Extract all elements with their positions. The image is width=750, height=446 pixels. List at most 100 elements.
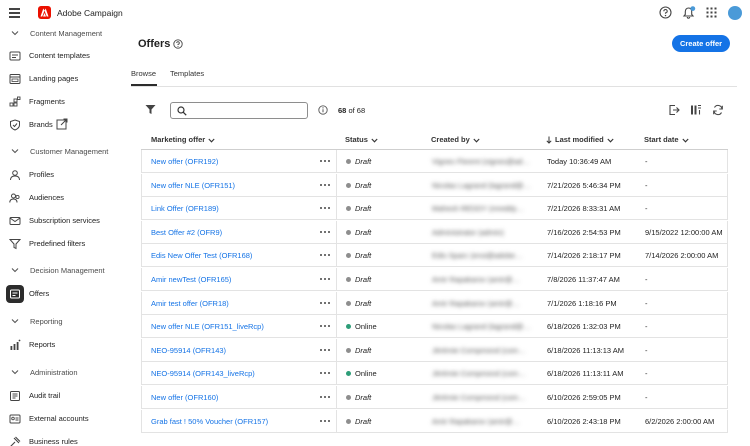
sidebar-item-predefined-filters[interactable]: Predefined filters (0, 235, 112, 253)
open-external-icon[interactable] (56, 118, 68, 130)
help-icon[interactable] (173, 39, 183, 49)
sidebar-item-external-accounts[interactable]: External accounts (0, 410, 112, 428)
section-administration[interactable]: Administration (0, 365, 112, 381)
chevron-down-icon (11, 149, 19, 154)
table-row[interactable]: Link Offer (OFR189) Draft Mahesh REDDY (mr… (141, 197, 728, 221)
audit-trail-icon (10, 391, 20, 401)
table-row[interactable]: New offer (OFR160) Draft Jérémie Compmond … (141, 386, 728, 409)
sidebar-item-audiences[interactable]: Audiences (0, 189, 112, 207)
offer-name-link[interactable]: NEO-95914 (OFR143) (151, 346, 226, 355)
table-row[interactable]: NEO-95914 (OFR143_liveRcp) Online Jérémie … (141, 362, 728, 386)
column-divider (336, 386, 337, 409)
offer-name-link[interactable]: New offer NLE (OFR151) (151, 181, 235, 190)
sidebar-item-audit-trail[interactable]: Audit trail (0, 387, 112, 405)
create-offer-button[interactable]: Create offer (672, 35, 730, 52)
chevron-down-icon (607, 138, 614, 143)
more-actions-icon[interactable] (319, 416, 331, 426)
sidebar-item-landing-pages[interactable]: Landing pages (0, 70, 112, 88)
created-by-cell: Vignes Florent (vignes@ad… (432, 157, 530, 166)
more-actions-icon[interactable] (319, 203, 331, 213)
column-header-start-date[interactable]: Start date (644, 135, 689, 144)
more-actions-icon[interactable] (319, 345, 331, 355)
sidebar-item-business-rules[interactable]: Business rules (0, 433, 112, 446)
content-templates-icon (9, 51, 21, 61)
more-actions-icon[interactable] (319, 298, 331, 308)
offer-name-link[interactable]: Edis New Offer Test (OFR168) (151, 251, 252, 260)
sidebar-item-brands[interactable]: Brands (0, 116, 112, 134)
section-reporting[interactable]: Reporting (0, 314, 112, 330)
offer-name-link[interactable]: NEO-95914 (OFR143_liveRcp) (151, 369, 255, 378)
refresh-icon[interactable] (712, 104, 724, 116)
offer-name-link[interactable]: Amir test offer (OFR18) (151, 299, 229, 308)
help-icon[interactable] (659, 6, 672, 19)
status-dot-icon (346, 418, 351, 424)
offer-name-link[interactable]: New offer NLE (OFR151_liveRcp) (151, 322, 264, 331)
table-row[interactable]: Edis New Offer Test (OFR168) Draft Edis Sp… (141, 244, 728, 268)
sidebar-item-profiles[interactable]: Profiles (0, 166, 112, 184)
start-date-cell: - (645, 322, 648, 332)
start-date-cell: - (645, 369, 648, 379)
more-actions-icon[interactable] (319, 321, 331, 331)
tab-browse[interactable]: Browse (131, 69, 156, 78)
table-row[interactable]: Best Offer #2 (OFR9) Draft Administrator (… (141, 220, 728, 244)
status-dot-icon (346, 300, 351, 306)
offer-name-link[interactable]: Best Offer #2 (OFR9) (151, 228, 222, 237)
column-divider (336, 409, 337, 433)
created-by-cell: Mahesh REDDY (mreddy… (432, 204, 524, 214)
search-input[interactable] (190, 105, 302, 116)
last-modified-cell: 6/10/2026 2:59:05 PM (547, 393, 621, 402)
chevron-down-icon (11, 268, 19, 273)
more-actions-icon[interactable] (319, 392, 331, 402)
more-actions-icon[interactable] (319, 180, 331, 190)
avatar[interactable] (728, 6, 742, 20)
bell-icon[interactable] (682, 6, 696, 19)
external-accounts-icon (9, 414, 21, 424)
sidebar-item-subscription-services[interactable]: Subscription services (0, 212, 112, 230)
status-badge: Draft (346, 157, 371, 166)
landing-pages-icon (9, 74, 21, 84)
table-row[interactable]: New offer (OFR192) Draft Vignes Florent (v… (141, 150, 728, 173)
section-decision-management[interactable]: Decision Management (0, 263, 112, 279)
menu-icon[interactable] (9, 8, 20, 18)
filter-icon[interactable] (145, 104, 156, 115)
info-icon[interactable] (318, 105, 328, 115)
offer-name-link[interactable]: New offer (OFR160) (151, 393, 218, 402)
sidebar-item-offers[interactable]: Offers (0, 285, 112, 303)
offer-name-link[interactable]: New offer (OFR192) (151, 157, 218, 166)
apps-grid-icon[interactable] (705, 6, 718, 19)
columns-settings-icon[interactable] (690, 104, 702, 116)
table-row[interactable]: New offer NLE (OFR151_liveRcp) Online Nico… (141, 315, 728, 339)
more-actions-icon[interactable] (319, 227, 331, 237)
table-row[interactable]: Grab fast ! 50% Voucher (OFR157) Draft Ami… (141, 409, 728, 433)
export-icon[interactable] (668, 104, 680, 116)
sidebar-item-reports[interactable]: Reports (0, 336, 112, 354)
offer-name-link[interactable]: Amir newTest (OFR165) (151, 275, 231, 284)
table-row[interactable]: Amir test offer (OFR18) Draft Amir Rapakar… (141, 291, 728, 315)
created-by-cell: Jérémie Compmond (com… (432, 345, 526, 355)
sidebar-item-content-templates[interactable]: Content templates (0, 47, 112, 65)
column-header-created-by[interactable]: Created by (431, 135, 480, 144)
more-actions-icon[interactable] (319, 368, 331, 378)
more-actions-icon[interactable] (319, 250, 331, 260)
section-customer-management[interactable]: Customer Management (0, 144, 112, 160)
column-header-marketing-offer[interactable]: Marketing offer (151, 135, 215, 144)
status-badge: Online (346, 369, 377, 378)
column-header-status[interactable]: Status (345, 135, 378, 144)
table-row[interactable]: New offer NLE (OFR151) Draft Nicolas Lagra… (141, 173, 728, 197)
sidebar-item-fragments[interactable]: Fragments (0, 93, 112, 111)
more-actions-icon[interactable] (319, 274, 331, 284)
offer-name-link[interactable]: Grab fast ! 50% Voucher (OFR157) (151, 417, 268, 426)
tab-templates[interactable]: Templates (170, 69, 204, 78)
last-modified-cell: 6/10/2026 2:43:18 PM (547, 416, 621, 426)
created-by-cell: Jérémie Compmond (com… (432, 369, 526, 379)
offer-name-link[interactable]: Link Offer (OFR189) (151, 204, 219, 213)
last-modified-cell: 6/18/2026 11:13:11 AM (547, 369, 624, 379)
section-content-management[interactable]: Content Management (0, 26, 112, 42)
status-dot-icon (346, 395, 351, 400)
table-row[interactable]: Amir newTest (OFR165) Draft Amir Rapakarov… (141, 268, 728, 291)
column-header-last-modified[interactable]: Last modified (546, 135, 614, 144)
more-actions-icon[interactable] (319, 156, 331, 166)
search-field[interactable] (170, 102, 308, 119)
business-rules-icon (10, 436, 21, 446)
table-row[interactable]: NEO-95914 (OFR143) Draft Jérémie Compmond … (141, 338, 728, 362)
